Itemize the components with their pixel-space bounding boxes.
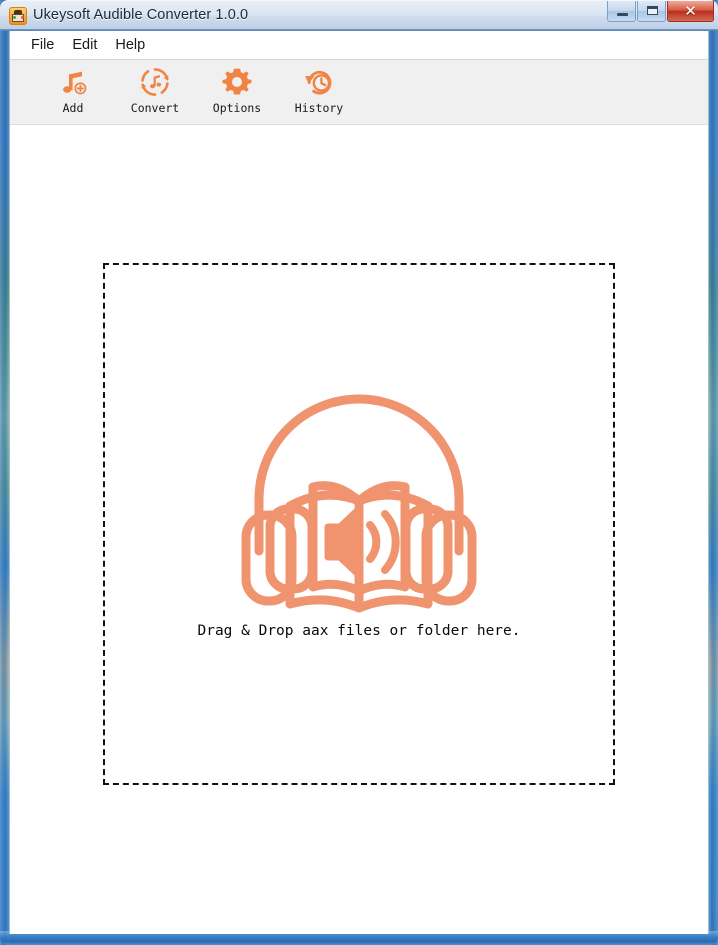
music-note-plus-icon — [57, 66, 89, 98]
maximize-button[interactable] — [637, 1, 666, 22]
gear-icon — [221, 66, 253, 98]
window-border-left — [0, 0, 9, 945]
window-controls: ✕ — [606, 1, 714, 23]
menu-bar: File Edit Help — [10, 31, 708, 59]
toolbar-label-convert: Convert — [130, 101, 180, 115]
title-bar[interactable]: Ukeysoft Audible Converter 1.0.0 ✕ — [0, 0, 718, 31]
window-border-right — [709, 0, 718, 945]
refresh-music-note-icon — [139, 66, 171, 98]
client-area: File Edit Help Add Convert Options Histo… — [9, 31, 709, 934]
minimize-button[interactable] — [607, 1, 636, 22]
dropzone-message: Drag & Drop aax files or folder here. — [197, 623, 521, 639]
app-icon-dot-left — [13, 16, 16, 19]
toolbar-button-convert[interactable]: Convert — [114, 60, 196, 122]
toolbar-button-add[interactable]: Add — [32, 60, 114, 122]
application-window: Ukeysoft Audible Converter 1.0.0 ✕ File … — [0, 0, 718, 945]
file-drop-zone[interactable]: Drag & Drop aax files or folder here. — [103, 263, 615, 785]
toolbar-button-history[interactable]: History — [278, 60, 360, 122]
minimize-icon — [617, 13, 628, 16]
menu-item-help[interactable]: Help — [106, 35, 154, 55]
toolbar-button-options[interactable]: Options — [196, 60, 278, 122]
toolbar-label-options: Options — [212, 101, 262, 115]
toolbar: Add Convert Options History — [10, 59, 708, 125]
app-icon-dot-right — [21, 16, 24, 19]
menu-item-file[interactable]: File — [22, 35, 63, 55]
clock-rewind-icon — [303, 66, 335, 98]
app-icon — [9, 7, 27, 25]
maximize-icon — [647, 6, 658, 15]
close-icon: ✕ — [684, 2, 697, 20]
close-button[interactable]: ✕ — [667, 1, 714, 22]
toolbar-label-add: Add — [62, 101, 84, 115]
toolbar-label-history: History — [294, 101, 344, 115]
window-title: Ukeysoft Audible Converter 1.0.0 — [33, 7, 249, 23]
menu-item-edit[interactable]: Edit — [63, 35, 106, 55]
audiobook-headphones-book-speaker-icon — [233, 375, 485, 617]
